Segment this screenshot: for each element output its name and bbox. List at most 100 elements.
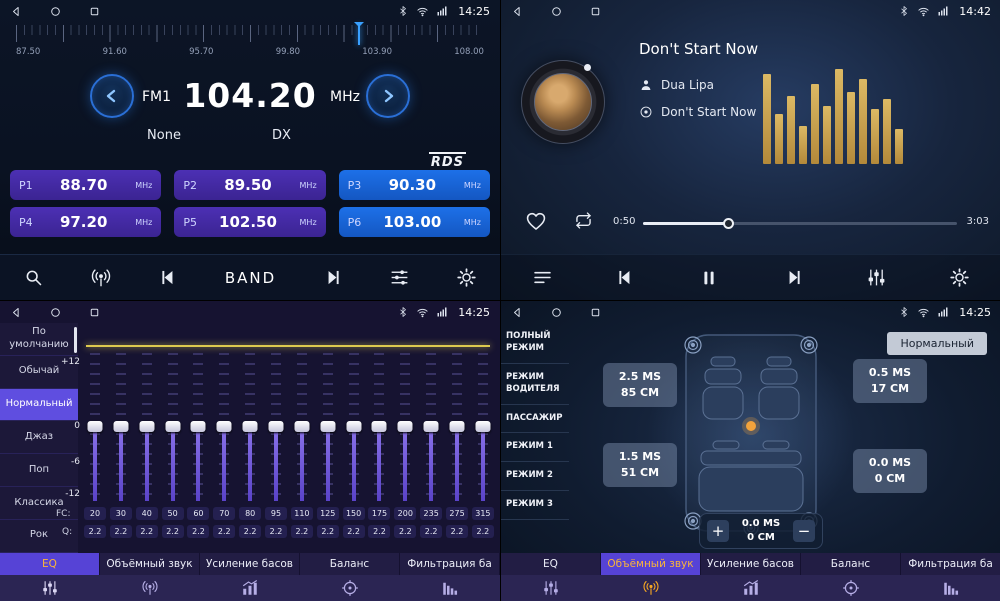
eq-band-slider[interactable]: [84, 353, 106, 501]
eq-preset-item[interactable]: По умолчанию: [0, 323, 78, 356]
eq-band-slider[interactable]: [136, 353, 158, 501]
listening-mode-item[interactable]: РЕЖИМ ВОДИТЕЛЯ: [501, 364, 569, 405]
eq-band-slider[interactable]: [472, 353, 494, 501]
eq-band-slider[interactable]: [394, 353, 416, 501]
tab-eq[interactable]: EQ: [501, 553, 601, 575]
eq-band-slider[interactable]: [291, 353, 313, 501]
scrollbar[interactable]: [74, 327, 77, 353]
surround-sound-icon[interactable]: [601, 575, 701, 601]
preset-button-P3[interactable]: P390.30MHz: [339, 170, 490, 200]
tune-down-button[interactable]: [90, 74, 134, 118]
eq-faders-icon[interactable]: [501, 575, 601, 601]
balance-icon[interactable]: [801, 575, 901, 601]
front-left-delay-button[interactable]: 2.5 MS 85 CM: [603, 363, 677, 407]
distance-mode-label[interactable]: DX: [272, 128, 291, 143]
listening-mode-item[interactable]: ПАССАЖИР: [501, 405, 569, 434]
previous-station-icon[interactable]: [158, 267, 179, 288]
eq-band-slider[interactable]: [420, 353, 442, 501]
nav-recents-icon[interactable]: [589, 5, 602, 18]
previous-track-icon[interactable]: [615, 267, 636, 288]
slider-handle[interactable]: [424, 421, 439, 432]
eq-band-slider[interactable]: [110, 353, 132, 501]
slider-handle[interactable]: [113, 421, 128, 432]
tab-баланс[interactable]: Баланс: [801, 553, 901, 575]
listening-mode-item[interactable]: РЕЖИМ 1: [501, 433, 569, 462]
nav-home-icon[interactable]: [550, 5, 563, 18]
tune-up-button[interactable]: [366, 74, 410, 118]
preset-button-P1[interactable]: P188.70MHz: [10, 170, 161, 200]
surround-sound-icon[interactable]: [100, 575, 200, 601]
eq-band-slider[interactable]: [265, 353, 287, 501]
slider-handle[interactable]: [88, 421, 103, 432]
filter-icon[interactable]: [901, 575, 1000, 601]
tab-объёмный-звук[interactable]: Объёмный звук: [100, 553, 200, 575]
eq-band-slider[interactable]: [162, 353, 184, 501]
slider-handle[interactable]: [139, 421, 154, 432]
gear-icon[interactable]: [456, 267, 477, 288]
eq-preset-item[interactable]: Нормальный: [0, 389, 78, 422]
slider-handle[interactable]: [294, 421, 309, 432]
progress-bar[interactable]: [643, 222, 957, 225]
bass-boost-icon[interactable]: [701, 575, 801, 601]
search-icon[interactable]: [23, 267, 44, 288]
decrease-delay-button[interactable]: −: [793, 520, 815, 542]
filter-icon[interactable]: [400, 575, 500, 601]
nav-recents-icon[interactable]: [589, 306, 602, 319]
tab-eq[interactable]: EQ: [0, 553, 100, 575]
slider-handle[interactable]: [191, 421, 206, 432]
eq-band-slider[interactable]: [187, 353, 209, 501]
progress-knob[interactable]: [723, 218, 734, 229]
sound-profile-button[interactable]: Нормальный: [887, 332, 987, 355]
nav-back-icon[interactable]: [511, 306, 524, 319]
bass-boost-icon[interactable]: [200, 575, 300, 601]
slider-handle[interactable]: [243, 421, 258, 432]
nav-back-icon[interactable]: [10, 306, 23, 319]
slider-handle[interactable]: [450, 421, 465, 432]
nav-home-icon[interactable]: [550, 306, 563, 319]
balance-icon[interactable]: [300, 575, 400, 601]
slider-handle[interactable]: [346, 421, 361, 432]
nav-back-icon[interactable]: [10, 5, 23, 18]
favorite-heart-icon[interactable]: [525, 210, 547, 232]
preset-button-P6[interactable]: P6103.00MHz: [339, 207, 490, 237]
next-station-icon[interactable]: [322, 267, 343, 288]
slider-handle[interactable]: [398, 421, 413, 432]
nav-recents-icon[interactable]: [88, 5, 101, 18]
listening-mode-item[interactable]: ПОЛНЫЙ РЕЖИМ: [501, 323, 569, 364]
broadcast-scan-icon[interactable]: [90, 267, 112, 289]
tab-фильтрация-ба[interactable]: Фильтрация ба: [901, 553, 1000, 575]
rear-right-delay-button[interactable]: 0.0 MS 0 CM: [853, 449, 927, 493]
eq-band-slider[interactable]: [343, 353, 365, 501]
increase-delay-button[interactable]: +: [707, 520, 729, 542]
slider-handle[interactable]: [165, 421, 180, 432]
next-track-icon[interactable]: [783, 267, 804, 288]
nav-recents-icon[interactable]: [88, 306, 101, 319]
preset-button-P4[interactable]: P497.20MHz: [10, 207, 161, 237]
tune-settings-icon[interactable]: [389, 267, 410, 288]
band-button[interactable]: BAND: [225, 269, 276, 287]
repeat-icon[interactable]: [573, 210, 594, 231]
slider-handle[interactable]: [475, 421, 490, 432]
pause-icon[interactable]: [698, 267, 720, 289]
preset-button-P2[interactable]: P289.50MHz: [174, 170, 325, 200]
eq-faders-icon[interactable]: [0, 575, 100, 601]
slider-handle[interactable]: [372, 421, 387, 432]
eq-band-slider[interactable]: [239, 353, 261, 501]
tab-баланс[interactable]: Баланс: [300, 553, 400, 575]
slider-handle[interactable]: [320, 421, 335, 432]
listening-mode-item[interactable]: РЕЖИМ 2: [501, 462, 569, 491]
rear-left-delay-button[interactable]: 1.5 MS 51 CM: [603, 443, 677, 487]
front-right-delay-button[interactable]: 0.5 MS 17 CM: [853, 359, 927, 403]
slider-handle[interactable]: [269, 421, 284, 432]
listening-mode-item[interactable]: РЕЖИМ 3: [501, 491, 569, 520]
playlist-icon[interactable]: [532, 267, 553, 288]
tab-объёмный-звук[interactable]: Объёмный звук: [601, 553, 701, 575]
slider-handle[interactable]: [217, 421, 232, 432]
eq-band-slider[interactable]: [317, 353, 339, 501]
tab-усиление-басов[interactable]: Усиление басов: [701, 553, 801, 575]
gear-icon[interactable]: [949, 267, 970, 288]
nav-home-icon[interactable]: [49, 5, 62, 18]
tab-усиление-басов[interactable]: Усиление басов: [200, 553, 300, 575]
eq-band-slider[interactable]: [446, 353, 468, 501]
nav-home-icon[interactable]: [49, 306, 62, 319]
